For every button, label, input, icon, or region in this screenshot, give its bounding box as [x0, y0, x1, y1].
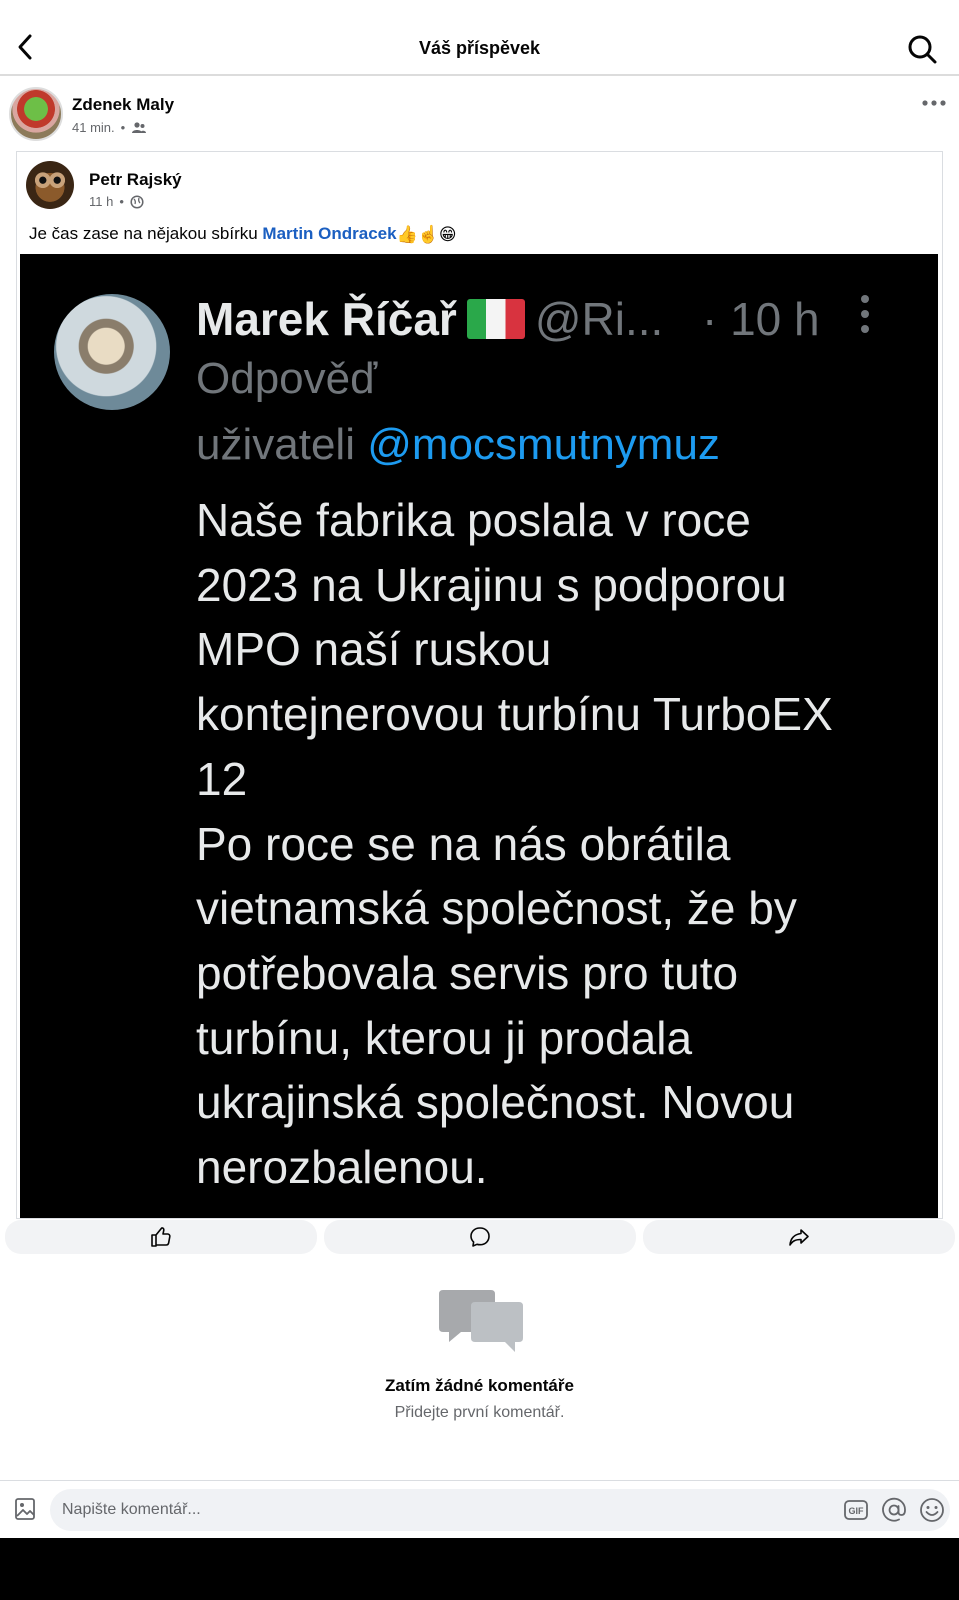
tweet-time: · 10 h [702, 293, 820, 345]
system-nav-bar [0, 1538, 959, 1600]
more-horizontal-icon[interactable] [921, 98, 947, 108]
tweet-handle: @Ri... [534, 293, 664, 345]
page-title: Váš příspěvek [418, 38, 541, 58]
avatar[interactable] [9, 87, 63, 141]
tweet-line: potřebovala servis pro tuto [196, 946, 739, 999]
photo-icon[interactable] [14, 1497, 36, 1521]
comment-icon [470, 1227, 490, 1247]
italy-flag-icon [466, 299, 525, 339]
post-meta: 41 min. • [72, 120, 147, 135]
post-time: 41 min. [72, 120, 115, 135]
reply-to-prefix: uživateli [196, 420, 368, 469]
tweet-avatar [54, 294, 170, 410]
comment-button[interactable] [324, 1220, 636, 1254]
tweet-line: kontejnerovou turbínu TurboEX [196, 688, 833, 741]
shared-text-start: Je čas zase na nějakou sbírku [29, 224, 263, 243]
like-button[interactable] [5, 1220, 317, 1254]
tweet-line: 2023 na Ukrajinu s podporou [196, 558, 787, 611]
tweet-line: MPO naší ruskou [196, 623, 552, 676]
tweet-line: turbínu, kterou ji prodala [196, 1011, 693, 1064]
post-header: Zdenek Maly 41 min. • [0, 78, 959, 150]
globe-icon [130, 194, 144, 209]
mention-link[interactable]: Martin Ondracek [262, 224, 396, 243]
empty-comments-title: Zatím žádné komentáře [385, 1376, 574, 1395]
top-bar: Váš příspěvek [0, 0, 959, 76]
empty-comments: Zatím žádné komentáře Přidejte první kom… [0, 1288, 959, 1422]
gif-icon[interactable]: GIF [843, 1497, 869, 1523]
shared-author[interactable]: Petr Rajský [89, 170, 182, 190]
more-vertical-icon [861, 295, 869, 333]
shared-text: Je čas zase na nějakou sbírku Martin Ond… [29, 224, 457, 245]
tweet-author-line: Marek Říčař @Ri... [196, 292, 663, 346]
like-icon [151, 1227, 171, 1247]
mention-icon[interactable] [881, 1497, 907, 1523]
tweet-line: vietnamská společnost, že by [196, 882, 797, 935]
reply-to-handle: @mocsmutnymuz [367, 420, 720, 469]
composer-icons: GIF [843, 1497, 945, 1523]
friends-icon [132, 121, 147, 133]
emoji-icon[interactable] [919, 1497, 945, 1523]
tweet-line: Naše fabrika poslala v roce [196, 494, 751, 546]
shared-post-card[interactable]: Petr Rajský 11 h • Je čas zase na nějako… [16, 151, 943, 1219]
shared-time: 11 h [89, 194, 114, 209]
tweet-line: Po roce se na nás obrátila [196, 817, 731, 870]
post-actions [0, 1218, 959, 1258]
post-author[interactable]: Zdenek Maly [72, 95, 174, 115]
tweet-body: Naše fabrika poslala v roce 2023 na Ukra… [196, 488, 936, 1200]
tweet-reply-label: Odpověď [196, 354, 378, 403]
shared-avatar[interactable] [26, 161, 74, 209]
tweet-screenshot[interactable]: Marek Říčař @Ri... · 10 h Odpověď uživate… [20, 254, 938, 1218]
meta-separator: • [120, 120, 126, 135]
share-button[interactable] [643, 1220, 955, 1254]
tweet-line: ukrajinská společnost. Novou [196, 1076, 795, 1129]
emoji-text: 👍☝️😁 [396, 224, 457, 244]
share-icon [789, 1229, 809, 1246]
tweet-line: nerozbalenou. [196, 1141, 488, 1194]
tweet-author: Marek Říčař [196, 293, 457, 345]
shared-meta: 11 h • [89, 194, 144, 209]
comments-empty-icon [438, 1290, 523, 1352]
search-icon[interactable] [907, 34, 937, 64]
tweet-line: 12 [196, 752, 248, 805]
tweet-reply-to: uživateli @mocsmutnymuz [196, 420, 720, 470]
empty-comments-subtitle: Přidejte první komentář. [394, 1404, 565, 1421]
meta-separator: • [119, 194, 124, 209]
comment-composer: GIF [0, 1480, 959, 1538]
svg-text:GIF: GIF [849, 1506, 865, 1516]
comment-input[interactable] [50, 1489, 950, 1531]
